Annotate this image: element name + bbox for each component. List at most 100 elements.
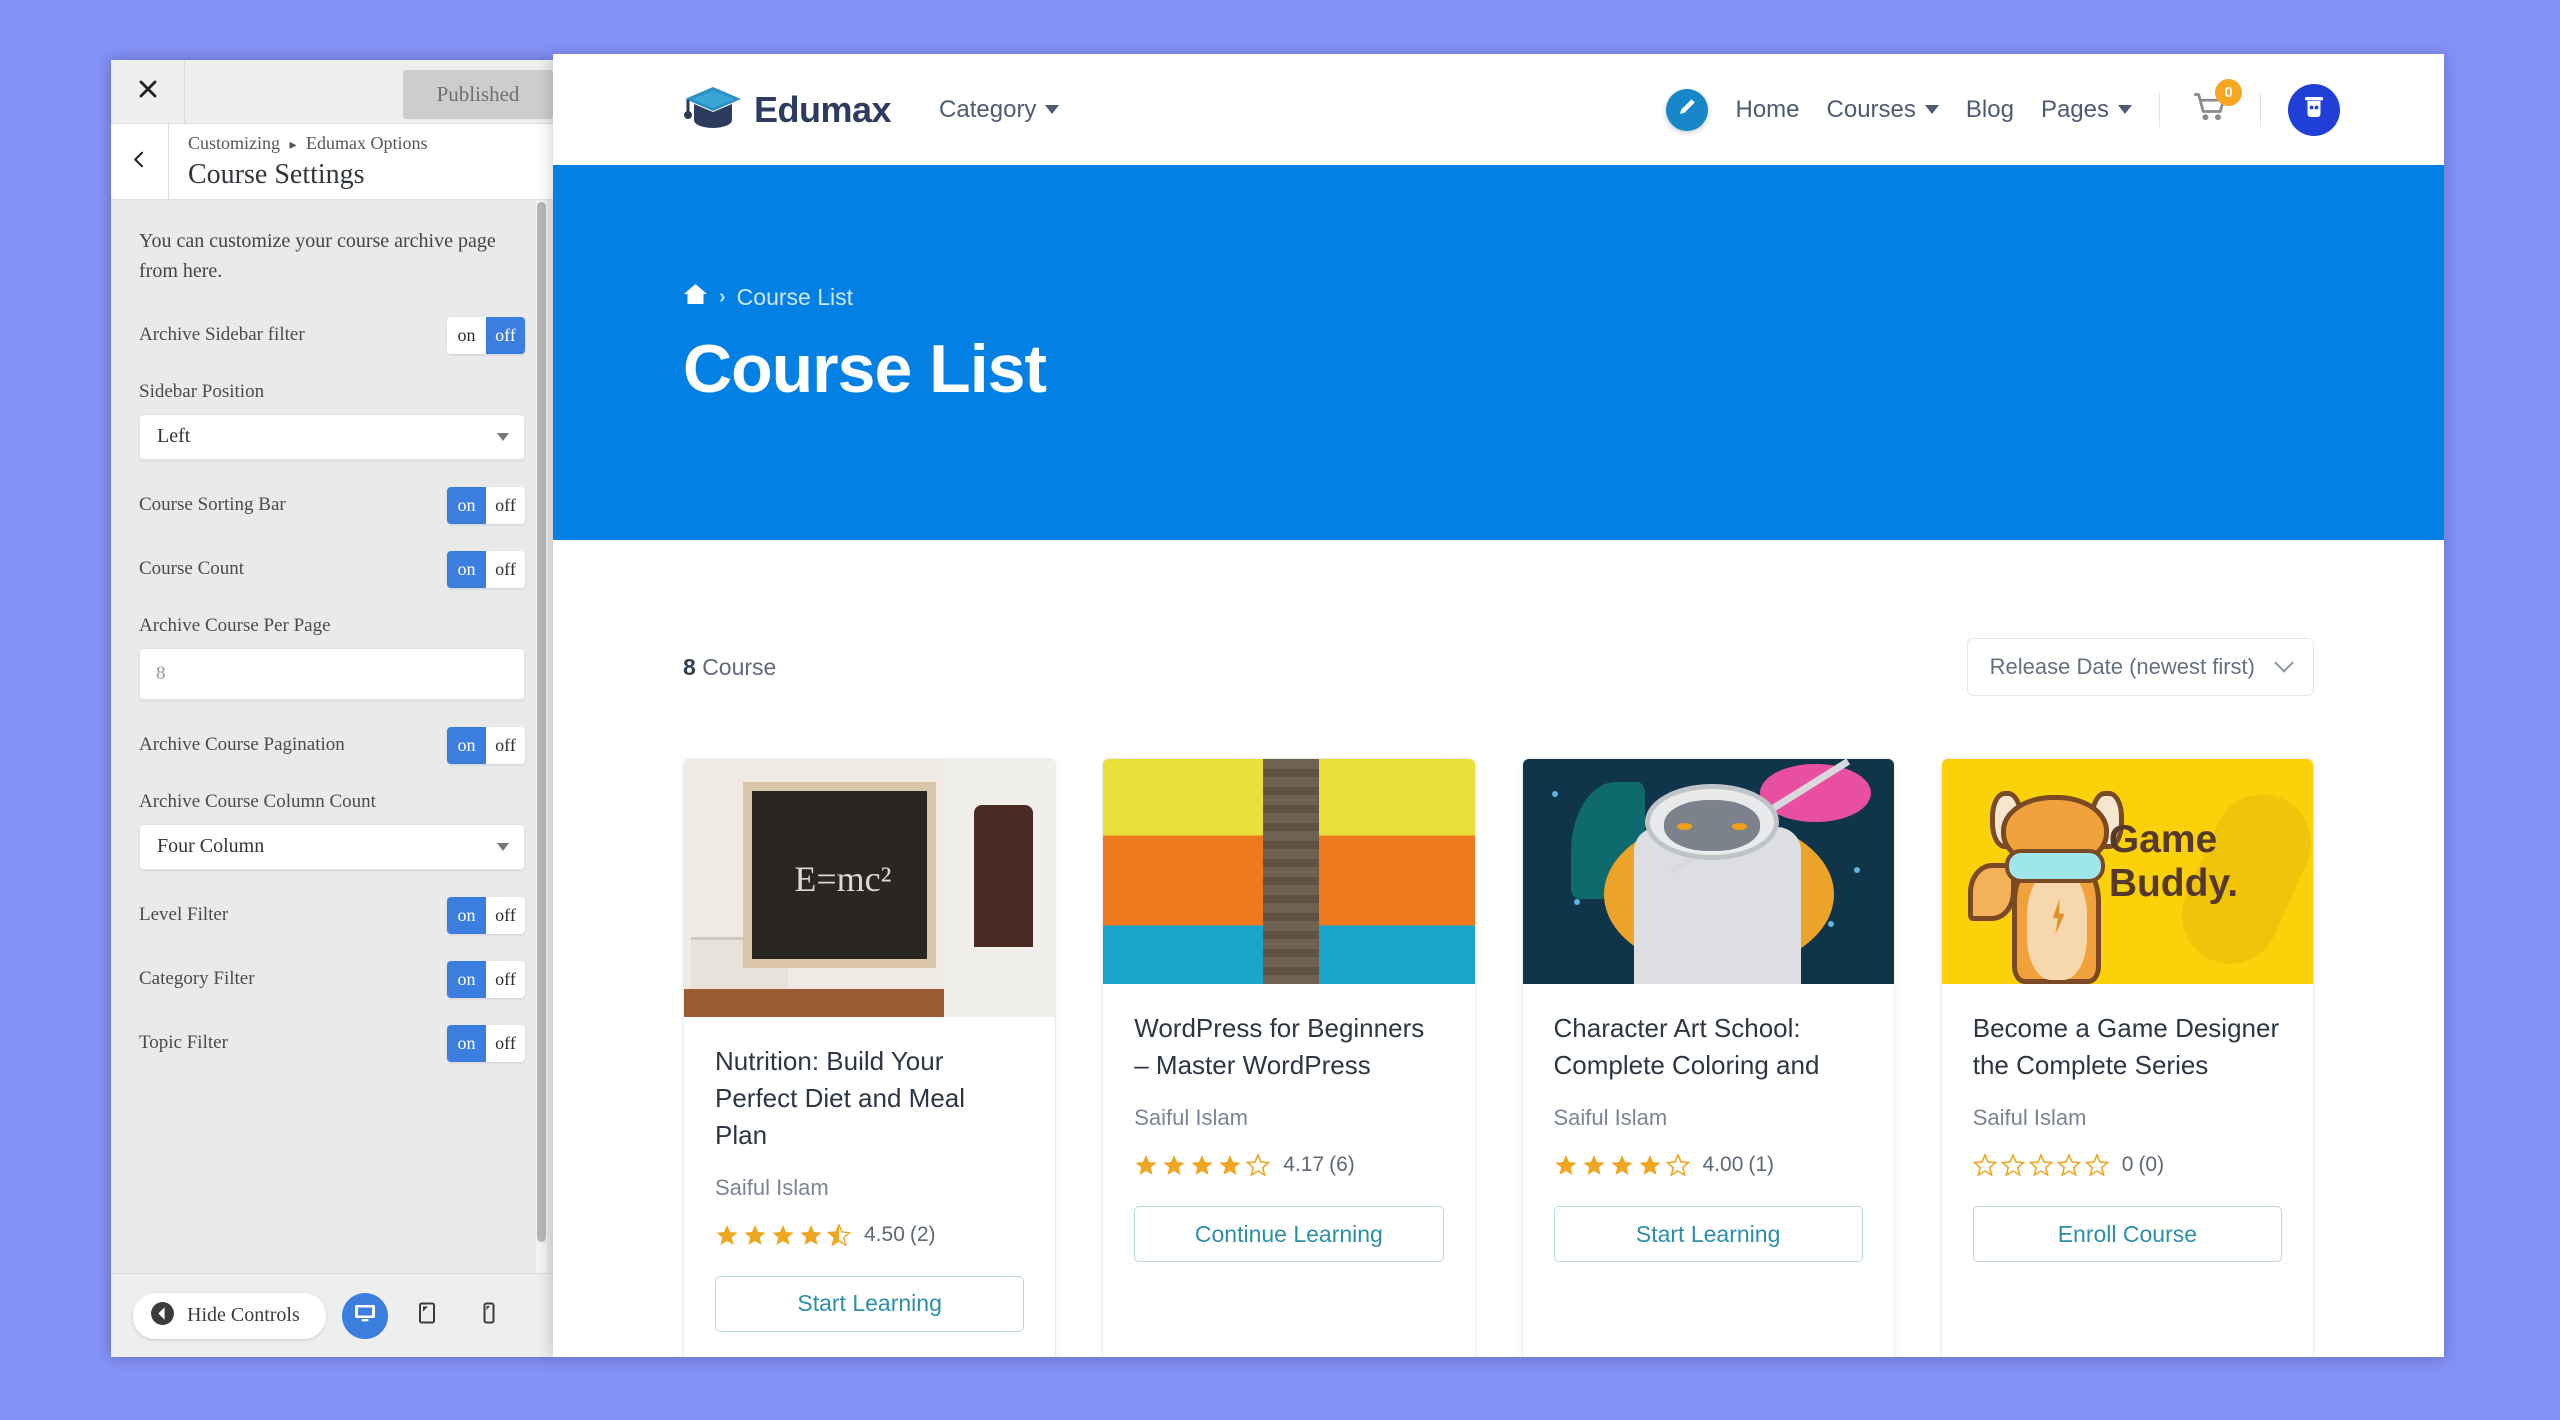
toggle-off-option[interactable]: off — [486, 550, 525, 588]
listing-toolbar: 8 Course Release Date (newest first) — [683, 540, 2314, 696]
course-action-button[interactable]: Enroll Course — [1972, 1206, 2282, 1262]
hide-controls-button[interactable]: Hide Controls — [133, 1292, 326, 1339]
star-filled-icon — [716, 1224, 738, 1245]
course-author: Saiful Islam — [1972, 1105, 2087, 1130]
control-topic-filter: Topic Filter on off — [139, 1024, 525, 1062]
scrollbar-thumb[interactable] — [537, 202, 546, 1242]
preview-mobile-button[interactable] — [466, 1293, 512, 1339]
star-rating-icons — [1972, 1153, 2109, 1177]
customizer-scrollbar[interactable] — [536, 200, 547, 1273]
edit-button[interactable] — [1666, 88, 1709, 131]
breadcrumb-parent[interactable]: Edumax Options — [306, 133, 428, 153]
toggle-on-option[interactable]: on — [447, 486, 486, 524]
course-title[interactable]: Nutrition: Build Your Perfect Diet and M… — [715, 1043, 1024, 1154]
course-card[interactable]: WordPress for Beginners – Master WordPre… — [1102, 758, 1476, 1357]
control-level-filter: Level Filter on off — [139, 896, 525, 934]
toggle-level-filter[interactable]: on off — [447, 896, 525, 934]
course-action-button[interactable]: Continue Learning — [1134, 1206, 1444, 1262]
preview-tablet-button[interactable] — [404, 1293, 450, 1339]
toggle-off-option[interactable]: off — [486, 726, 525, 764]
rating-value: 4.17 — [1283, 1153, 1325, 1176]
panel-title: Course Settings — [188, 158, 365, 190]
control-archive-course-per-page: Archive Course Per Page — [139, 615, 525, 700]
toggle-on-option[interactable]: on — [447, 550, 486, 588]
archive-course-per-page-input[interactable] — [139, 647, 525, 700]
brand-logo[interactable]: Edumax — [682, 83, 892, 136]
course-card-body: Become a Game Designer the Complete Seri… — [1942, 984, 2313, 1300]
course-card-body: WordPress for Beginners – Master WordPre… — [1103, 984, 1474, 1300]
back-button[interactable] — [111, 124, 169, 199]
breadcrumb-separator-icon: › — [719, 286, 726, 308]
chevron-down-icon — [1924, 105, 1939, 114]
star-filled-icon — [1135, 1155, 1157, 1175]
cart-button[interactable]: 0 — [2187, 79, 2242, 129]
course-action-button[interactable]: Start Learning — [1553, 1206, 1863, 1262]
course-title[interactable]: WordPress for Beginners – Master WordPre… — [1134, 1010, 1443, 1084]
toggle-on-option[interactable]: on — [447, 316, 486, 354]
course-title[interactable]: Become a Game Designer the Complete Seri… — [1973, 1010, 2282, 1084]
star-rating-icons — [1134, 1153, 1271, 1177]
toggle-off-option[interactable]: off — [486, 486, 525, 524]
toggle-off-option[interactable]: off — [486, 316, 525, 354]
course-card[interactable]: Character Art School: Complete Coloring … — [1521, 758, 1895, 1357]
cart-count-badge: 0 — [2215, 79, 2242, 106]
nav-item-blog[interactable]: Blog — [1966, 96, 2014, 124]
nav-item-courses[interactable]: Courses — [1827, 96, 1939, 124]
publish-button[interactable]: Published — [403, 70, 553, 119]
toggle-off-option[interactable]: off — [486, 896, 525, 934]
toggle-on-option[interactable]: on — [447, 896, 486, 934]
star-filled-icon — [1611, 1155, 1632, 1175]
control-course-count: Course Count on off — [139, 550, 525, 588]
customizer-titles: Customizing ▸ Edumax Options Course Sett… — [169, 131, 428, 192]
toggle-off-option[interactable]: off — [486, 1024, 525, 1062]
toggle-course-sorting-bar[interactable]: on off — [447, 486, 525, 524]
review-count: (2) — [909, 1222, 936, 1246]
nav-item-pages[interactable]: Pages — [2041, 96, 2132, 124]
home-icon[interactable] — [683, 283, 708, 312]
sidebar-position-select[interactable]: Left — [139, 413, 525, 460]
category-menu[interactable]: Category — [939, 96, 1060, 124]
control-label: Sidebar Position — [139, 380, 265, 402]
chevron-down-icon — [1045, 105, 1060, 114]
nav-item-home[interactable]: Home — [1735, 96, 1799, 124]
control-category-filter: Category Filter on off — [139, 960, 525, 998]
toggle-topic-filter[interactable]: on off — [447, 1024, 525, 1062]
toggle-archive-course-pagination[interactable]: on off — [447, 726, 525, 764]
star-empty-icon — [1972, 1153, 1997, 1177]
star-rating-icons — [715, 1222, 851, 1247]
breadcrumb-root[interactable]: Customizing — [188, 133, 280, 153]
course-author: Saiful Islam — [1134, 1105, 1248, 1130]
toggle-course-count[interactable]: on off — [447, 550, 525, 588]
toggle-on-option[interactable]: on — [447, 1024, 486, 1062]
toggle-on-option[interactable]: on — [447, 960, 486, 998]
course-rating: 4.00 (1) — [1554, 1153, 1863, 1177]
hero-banner: › Course List Course List — [553, 165, 2444, 540]
archive-course-column-count-select[interactable]: Four Column — [139, 823, 525, 870]
course-card[interactable]: E=mc² Nutrition: Build Your Perfect Diet… — [683, 758, 1057, 1357]
toggle-off-option[interactable]: off — [486, 960, 525, 998]
breadcrumb: Customizing ▸ Edumax Options — [188, 131, 428, 156]
course-title[interactable]: Character Art School: Complete Coloring … — [1554, 1010, 1863, 1084]
avatar[interactable] — [2288, 83, 2340, 136]
chevron-down-icon — [2118, 105, 2132, 114]
course-action-button[interactable]: Start Learning — [715, 1275, 1025, 1332]
control-label: Course Sorting Bar — [139, 494, 286, 516]
star-filled-icon — [1163, 1155, 1185, 1175]
header-divider — [2159, 92, 2160, 127]
star-empty-icon — [2028, 1153, 2053, 1177]
toggle-archive-sidebar-filter[interactable]: on off — [447, 316, 525, 354]
preview-desktop-button[interactable] — [341, 1292, 388, 1339]
sort-select[interactable]: Release Date (newest first) — [1966, 638, 2314, 696]
toggle-on-option[interactable]: on — [447, 726, 486, 764]
toggle-category-filter[interactable]: on off — [447, 960, 525, 998]
control-archive-course-pagination: Archive Course Pagination on off — [139, 726, 525, 764]
star-filled-icon — [1191, 1155, 1213, 1175]
course-card[interactable]: Game Buddy. Become a Game Designer the C… — [1940, 758, 2314, 1357]
star-filled-icon — [744, 1224, 766, 1245]
close-customizer-button[interactable] — [111, 60, 185, 123]
customizer-section-header: Customizing ▸ Edumax Options Course Sett… — [111, 124, 553, 200]
course-count: 8 Course — [683, 654, 776, 681]
chevron-down-icon — [497, 842, 509, 851]
star-filled-icon — [772, 1224, 794, 1245]
star-filled-icon — [1583, 1155, 1604, 1175]
